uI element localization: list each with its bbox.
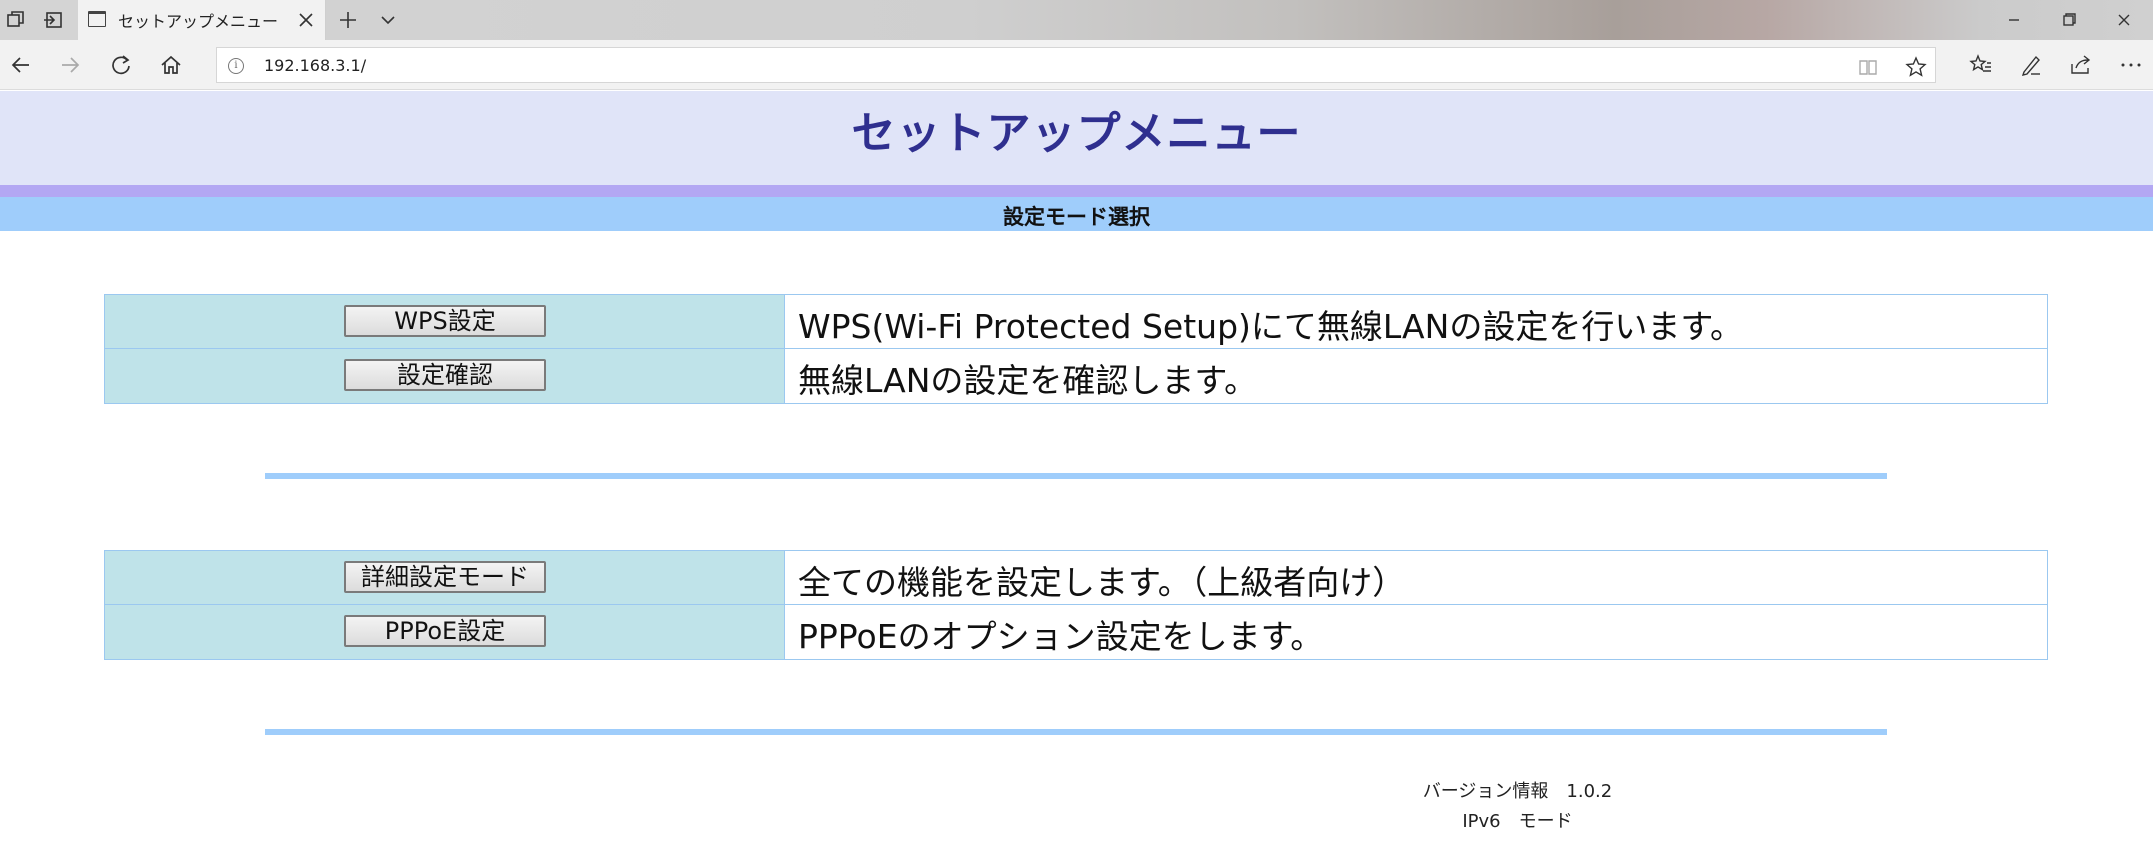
page-header: セットアップメニュー xyxy=(0,91,2153,185)
share-icon[interactable] xyxy=(2068,52,2094,78)
minimize-icon[interactable] xyxy=(2000,8,2028,32)
browser-tab-bar: セットアップメニュー xyxy=(0,0,2153,40)
menu-table-advanced: 詳細設定モード 全ての機能を設定します。（上級者向け） PPPoE設定 PPPo… xyxy=(104,550,2048,660)
menu-description: 無線LANの設定を確認します。 xyxy=(798,361,1258,400)
menu-description: PPPoEのオプション設定をします。 xyxy=(798,617,1324,656)
url-text[interactable]: 192.168.3.1/ xyxy=(264,56,366,75)
menu-description: WPS(Wi-Fi Protected Setup)にて無線LANの設定を行いま… xyxy=(798,307,1744,346)
favorite-star-icon[interactable] xyxy=(1905,56,1927,78)
page-title: セットアップメニュー xyxy=(851,108,1302,159)
favorites-hub-icon[interactable] xyxy=(1968,52,1994,78)
pppoe-settings-button[interactable]: PPPoE設定 xyxy=(344,615,546,647)
version-info: バージョン情報 1.0.2 xyxy=(1422,781,1613,802)
close-tab-icon[interactable] xyxy=(295,9,317,31)
section-separator xyxy=(265,473,1887,479)
section-bar: 設定モード選択 xyxy=(0,197,2153,231)
wps-setup-button[interactable]: WPS設定 xyxy=(344,305,546,337)
menu-row: PPPoE設定 PPPoEのオプション設定をします。 xyxy=(105,605,2047,659)
tab-manager-icon[interactable] xyxy=(5,9,27,31)
mode-info: IPv6 モード xyxy=(1462,811,1573,832)
set-aside-tabs-icon[interactable] xyxy=(42,9,64,31)
header-divider xyxy=(0,185,2153,197)
pen-notes-icon[interactable] xyxy=(2018,52,2044,78)
chevron-down-icon[interactable] xyxy=(376,8,400,32)
page-icon xyxy=(88,11,106,27)
new-tab-icon[interactable] xyxy=(336,8,360,32)
settings-check-button[interactable]: 設定確認 xyxy=(344,359,546,391)
tab-title: セットアップメニュー xyxy=(118,12,279,31)
home-icon[interactable] xyxy=(158,52,184,78)
refresh-icon[interactable] xyxy=(108,52,134,78)
menu-table-wireless: WPS設定 WPS(Wi-Fi Protected Setup)にて無線LANの… xyxy=(104,294,2048,404)
section-label: 設定モード選択 xyxy=(1003,205,1150,229)
browser-tab-active[interactable]: セットアップメニュー xyxy=(78,0,326,40)
site-info-icon[interactable]: i xyxy=(228,58,244,74)
section-separator xyxy=(265,729,1887,735)
restore-icon[interactable] xyxy=(2055,8,2083,32)
back-arrow-icon[interactable] xyxy=(8,52,34,78)
url-input[interactable]: i 192.168.3.1/ xyxy=(216,47,1936,83)
forward-arrow-icon[interactable] xyxy=(57,52,83,78)
reading-view-icon[interactable] xyxy=(1857,56,1879,78)
close-window-icon[interactable] xyxy=(2110,8,2138,32)
menu-row: 詳細設定モード 全ての機能を設定します。（上級者向け） xyxy=(105,551,2047,605)
menu-description: 全ての機能を設定します。（上級者向け） xyxy=(798,563,1406,602)
menu-row: 設定確認 無線LANの設定を確認します。 xyxy=(105,349,2047,403)
advanced-mode-button[interactable]: 詳細設定モード xyxy=(344,561,546,593)
menu-row: WPS設定 WPS(Wi-Fi Protected Setup)にて無線LANの… xyxy=(105,295,2047,349)
more-options-icon[interactable] xyxy=(2118,52,2144,78)
browser-address-bar: i 192.168.3.1/ xyxy=(0,40,2153,90)
page-content: セットアップメニュー 設定モード選択 WPS設定 WPS(Wi-Fi Prote… xyxy=(0,91,2153,848)
